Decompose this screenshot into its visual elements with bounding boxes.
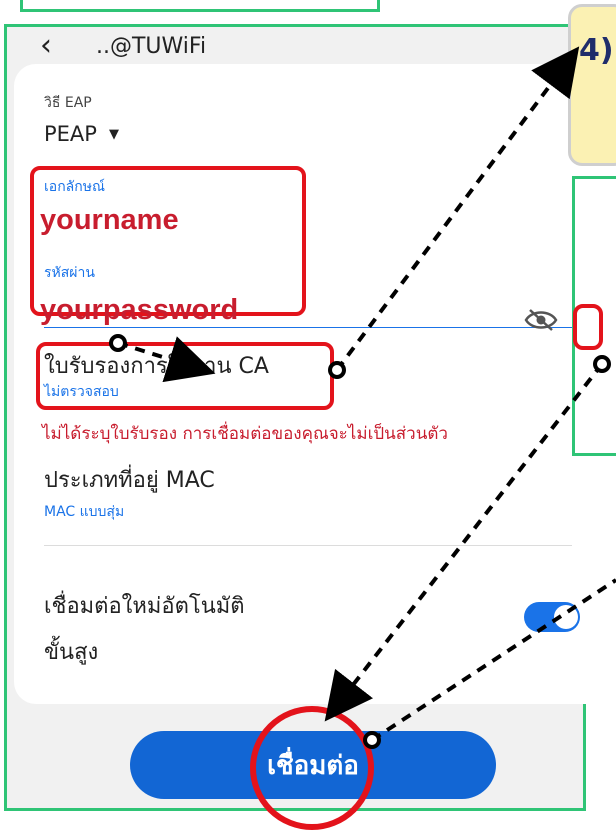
arrow-panel-to-connect <box>324 362 604 722</box>
arrow-origin-connect <box>363 731 381 749</box>
arrow-ca-to-callout <box>335 46 580 372</box>
arrow-connect-to-toggle <box>370 578 616 742</box>
annotation-arrows <box>109 46 616 749</box>
arrow-origin-ca <box>328 361 346 379</box>
arrow-origin-panel <box>593 355 611 373</box>
arrow-origin-password <box>109 334 127 352</box>
arrow-password-to-ca <box>117 336 216 383</box>
